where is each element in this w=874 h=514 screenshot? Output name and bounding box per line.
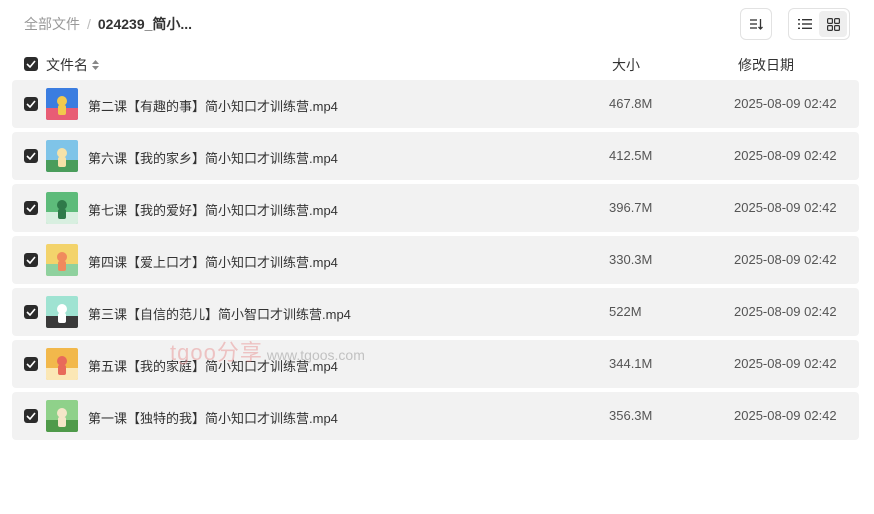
file-modified-date: 2025-08-09 02:42 — [734, 252, 837, 267]
sort-caret-icon — [92, 60, 99, 70]
breadcrumb-separator: / — [87, 16, 91, 32]
breadcrumb-current-folder: 024239_简小... — [97, 16, 193, 32]
table-row[interactable]: 第二课【有趣的事】简小知口才训练营.mp4 467.8M 2025-08-09 … — [12, 80, 859, 128]
table-row[interactable]: 第五课【我的家庭】简小知口才训练营.mp4 344.1M 2025-08-09 … — [12, 340, 859, 388]
table-header: 文件名 大小 修改日期 — [0, 52, 874, 76]
breadcrumb: 全部文件 / 024239_简小... — [24, 14, 192, 34]
table-row[interactable]: 第六课【我的家乡】简小知口才训练营.mp4 412.5M 2025-08-09 … — [12, 132, 859, 180]
file-size: 396.7M — [609, 200, 653, 215]
file-size: 330.3M — [609, 252, 653, 267]
file-size: 522M — [609, 304, 642, 319]
select-all-checkbox[interactable] — [24, 57, 38, 71]
video-thumbnail[interactable] — [46, 192, 78, 224]
file-name[interactable]: 第七课【我的爱好】简小知口才训练营.mp4 — [88, 200, 338, 219]
check-icon — [26, 308, 36, 316]
sort-button[interactable] — [740, 8, 772, 40]
grid-view-icon — [826, 17, 840, 31]
row-checkbox[interactable] — [24, 253, 38, 267]
row-checkbox[interactable] — [24, 149, 38, 163]
file-size: 467.8M — [609, 96, 653, 111]
video-thumbnail[interactable] — [46, 140, 78, 172]
file-name[interactable]: 第四课【爱上口才】简小知口才训练营.mp4 — [88, 252, 338, 271]
file-size: 356.3M — [609, 408, 653, 423]
file-modified-date: 2025-08-09 02:42 — [734, 148, 837, 163]
file-name[interactable]: 第三课【自信的范儿】简小智口才训练营.mp4 — [88, 304, 351, 323]
check-icon — [26, 360, 36, 368]
file-name[interactable]: 第六课【我的家乡】简小知口才训练营.mp4 — [88, 148, 338, 167]
file-list: 第二课【有趣的事】简小知口才训练营.mp4 467.8M 2025-08-09 … — [12, 80, 859, 444]
row-checkbox[interactable] — [24, 97, 38, 111]
row-checkbox[interactable] — [24, 305, 38, 319]
file-size: 344.1M — [609, 356, 653, 371]
file-modified-date: 2025-08-09 02:42 — [734, 96, 837, 111]
file-modified-date: 2025-08-09 02:42 — [734, 200, 837, 215]
file-modified-date: 2025-08-09 02:42 — [734, 356, 837, 371]
check-icon — [26, 60, 36, 68]
check-icon — [26, 412, 36, 420]
check-icon — [26, 256, 36, 264]
column-header-name-label: 文件名 — [46, 57, 88, 73]
column-header-size[interactable]: 大小 — [612, 55, 640, 75]
check-icon — [26, 204, 36, 212]
list-view-icon — [798, 19, 812, 29]
breadcrumb-root-link[interactable]: 全部文件 — [24, 14, 80, 34]
video-thumbnail[interactable] — [46, 400, 78, 432]
video-thumbnail[interactable] — [46, 348, 78, 380]
video-thumbnail[interactable] — [46, 296, 78, 328]
table-row[interactable]: 第一课【独特的我】简小知口才训练营.mp4 356.3M 2025-08-09 … — [12, 392, 859, 440]
video-thumbnail[interactable] — [46, 244, 78, 276]
file-modified-date: 2025-08-09 02:42 — [734, 408, 837, 423]
table-row[interactable]: 第三课【自信的范儿】简小智口才训练营.mp4 522M 2025-08-09 0… — [12, 288, 859, 336]
file-size: 412.5M — [609, 148, 653, 163]
check-icon — [26, 100, 36, 108]
row-checkbox[interactable] — [24, 357, 38, 371]
list-view-button[interactable] — [791, 11, 819, 37]
check-icon — [26, 152, 36, 160]
grid-view-button[interactable] — [819, 11, 847, 37]
file-modified-date: 2025-08-09 02:42 — [734, 304, 837, 319]
column-header-name[interactable]: 文件名 — [46, 55, 99, 75]
sort-descending-icon — [750, 19, 763, 30]
file-name[interactable]: 第二课【有趣的事】简小知口才训练营.mp4 — [88, 96, 338, 115]
row-checkbox[interactable] — [24, 409, 38, 423]
video-thumbnail[interactable] — [46, 88, 78, 120]
file-browser: 全部文件 / 024239_简小... 文件名 大小 修改日期 第二课【有趣的事… — [0, 0, 874, 514]
column-header-date[interactable]: 修改日期 — [738, 55, 794, 75]
table-row[interactable]: 第七课【我的爱好】简小知口才训练营.mp4 396.7M 2025-08-09 … — [12, 184, 859, 232]
row-checkbox[interactable] — [24, 201, 38, 215]
file-name[interactable]: 第五课【我的家庭】简小知口才训练营.mp4 — [88, 356, 338, 375]
table-row[interactable]: 第四课【爱上口才】简小知口才训练营.mp4 330.3M 2025-08-09 … — [12, 236, 859, 284]
view-mode-toggle — [788, 8, 850, 40]
file-name[interactable]: 第一课【独特的我】简小知口才训练营.mp4 — [88, 408, 338, 427]
